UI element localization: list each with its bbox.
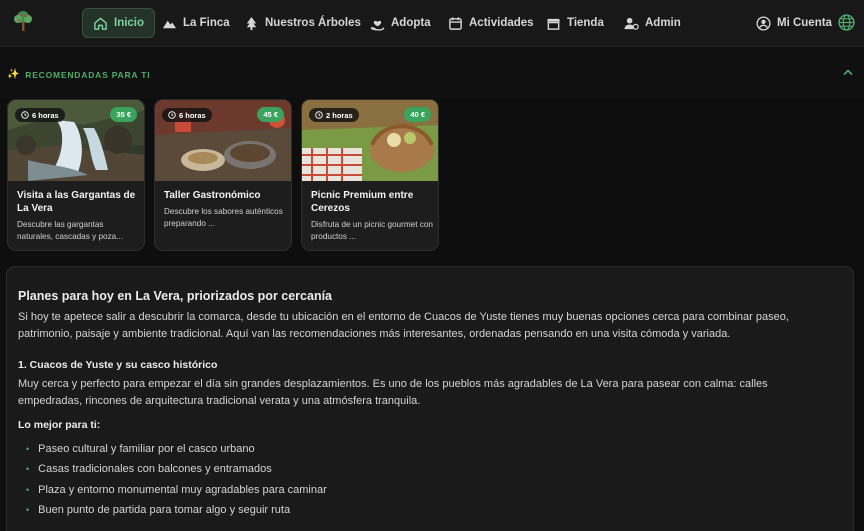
list-item: • Buen punto de partida para tomar algo y… bbox=[26, 504, 290, 516]
hand-heart-icon bbox=[370, 20, 385, 31]
recommended-title: ✨ RECOMENDADAS PARA TI bbox=[7, 69, 150, 80]
nav-item-admin[interactable]: Admin bbox=[614, 8, 691, 38]
duration-text: 6 horas bbox=[32, 110, 59, 120]
nav-label: Adopta bbox=[391, 17, 431, 29]
nav-item-adopta[interactable]: Adopta bbox=[360, 8, 441, 38]
price-badge: 45 € bbox=[257, 107, 284, 122]
duration-text: 2 horas bbox=[326, 110, 353, 120]
list-item-text: Casas tradicionales con balcones y entra… bbox=[38, 463, 272, 475]
tree-logo-icon[interactable] bbox=[11, 9, 35, 33]
duration-text: 6 horas bbox=[179, 110, 206, 120]
duration-badge: 2 horas bbox=[309, 108, 359, 122]
section-title: 1. Cuacos de Yuste y su casco histórico bbox=[18, 359, 218, 371]
best-for-label: Lo mejor para ti: bbox=[18, 419, 101, 431]
sparkles-icon: ✨ bbox=[7, 69, 21, 80]
list-item-text: Buen punto de partida para tomar algo y … bbox=[38, 504, 291, 516]
price-badge: 35 € bbox=[110, 107, 137, 122]
price-badge: 40 € bbox=[404, 107, 431, 122]
nav-item-inicio[interactable]: Inicio bbox=[82, 8, 156, 38]
nav-label: Admin bbox=[645, 17, 681, 29]
card-description: Disfruta de un picnic gourmet con produc… bbox=[311, 220, 433, 241]
clock-icon bbox=[315, 111, 323, 119]
account-button[interactable]: Mi Cuenta bbox=[746, 8, 842, 38]
tree-icon bbox=[246, 16, 257, 30]
list-item: • Paseo cultural y familiar por el casco … bbox=[26, 443, 255, 455]
nav-label: Actividades bbox=[469, 17, 534, 29]
bullet-dot-icon: • bbox=[26, 505, 30, 515]
account-label: Mi Cuenta bbox=[777, 17, 832, 29]
card-title: Picnic Premium entre Cerezos bbox=[311, 190, 414, 214]
bullet-dot-icon: • bbox=[26, 444, 30, 454]
nav-label: Inicio bbox=[114, 17, 145, 29]
card-description: Descubre los sabores auténticos preparan… bbox=[164, 207, 283, 228]
chevron-up-icon[interactable] bbox=[842, 66, 854, 78]
user-circle-icon bbox=[756, 15, 771, 31]
user-gear-icon bbox=[624, 17, 639, 30]
nav-label: Tienda bbox=[567, 17, 604, 29]
list-item-text: Paseo cultural y familiar por el casco u… bbox=[38, 443, 255, 455]
list-item-text: Plaza y entorno monumental muy agradable… bbox=[38, 484, 327, 496]
list-item: • Casas tradicionales con balcones y entr… bbox=[26, 463, 272, 475]
card-title: Visita a las Gargantas de La Vera bbox=[17, 190, 136, 214]
home-icon bbox=[94, 17, 107, 30]
nav-item-tienda[interactable]: Tienda bbox=[536, 8, 614, 38]
duration-badge: 6 horas bbox=[15, 108, 65, 122]
bullet-dot-icon: • bbox=[26, 485, 30, 495]
bullet-dot-icon: • bbox=[26, 464, 30, 474]
clock-icon bbox=[168, 111, 176, 119]
card-title: Taller Gastronómico bbox=[164, 190, 261, 201]
nav-label: Nuestros Árboles bbox=[265, 17, 361, 29]
section-text: Muy cerca y perfecto para empezar el día… bbox=[18, 378, 768, 407]
nav-item-la-finca[interactable]: La Finca bbox=[152, 8, 240, 38]
store-icon bbox=[546, 18, 561, 30]
clock-icon bbox=[21, 111, 29, 119]
mountain-icon bbox=[162, 20, 177, 28]
activity-card[interactable]: 6 horas 35 € Visita a las Gargantas de L… bbox=[7, 99, 145, 251]
nav-label: La Finca bbox=[183, 17, 230, 29]
activity-card[interactable]: 2 horas 40 € Picnic Premium entre Cerezo… bbox=[301, 99, 439, 251]
top-nav: Inicio La Finca Nuestros Árboles Adopta … bbox=[0, 0, 864, 47]
duration-badge: 6 horas bbox=[162, 108, 212, 122]
list-item: • Plaza y entorno monumental muy agradabl… bbox=[26, 484, 327, 496]
globe-icon[interactable] bbox=[838, 14, 855, 31]
article-intro: Si hoy te apetece salir a descubrir la c… bbox=[18, 311, 789, 340]
card-description: Descubre las gargantas naturales, cascad… bbox=[17, 220, 124, 241]
activity-card[interactable]: 6 horas 45 € Taller Gastronómico Descubr… bbox=[154, 99, 292, 251]
calendar-icon bbox=[449, 16, 462, 30]
article-title: Planes para hoy en La Vera, priorizados … bbox=[18, 289, 333, 303]
nav-item-nuestros-arboles[interactable]: Nuestros Árboles bbox=[234, 8, 371, 38]
recommended-title-text: RECOMENDADAS PARA TI bbox=[25, 69, 151, 80]
nav-item-actividades[interactable]: Actividades bbox=[438, 8, 544, 38]
